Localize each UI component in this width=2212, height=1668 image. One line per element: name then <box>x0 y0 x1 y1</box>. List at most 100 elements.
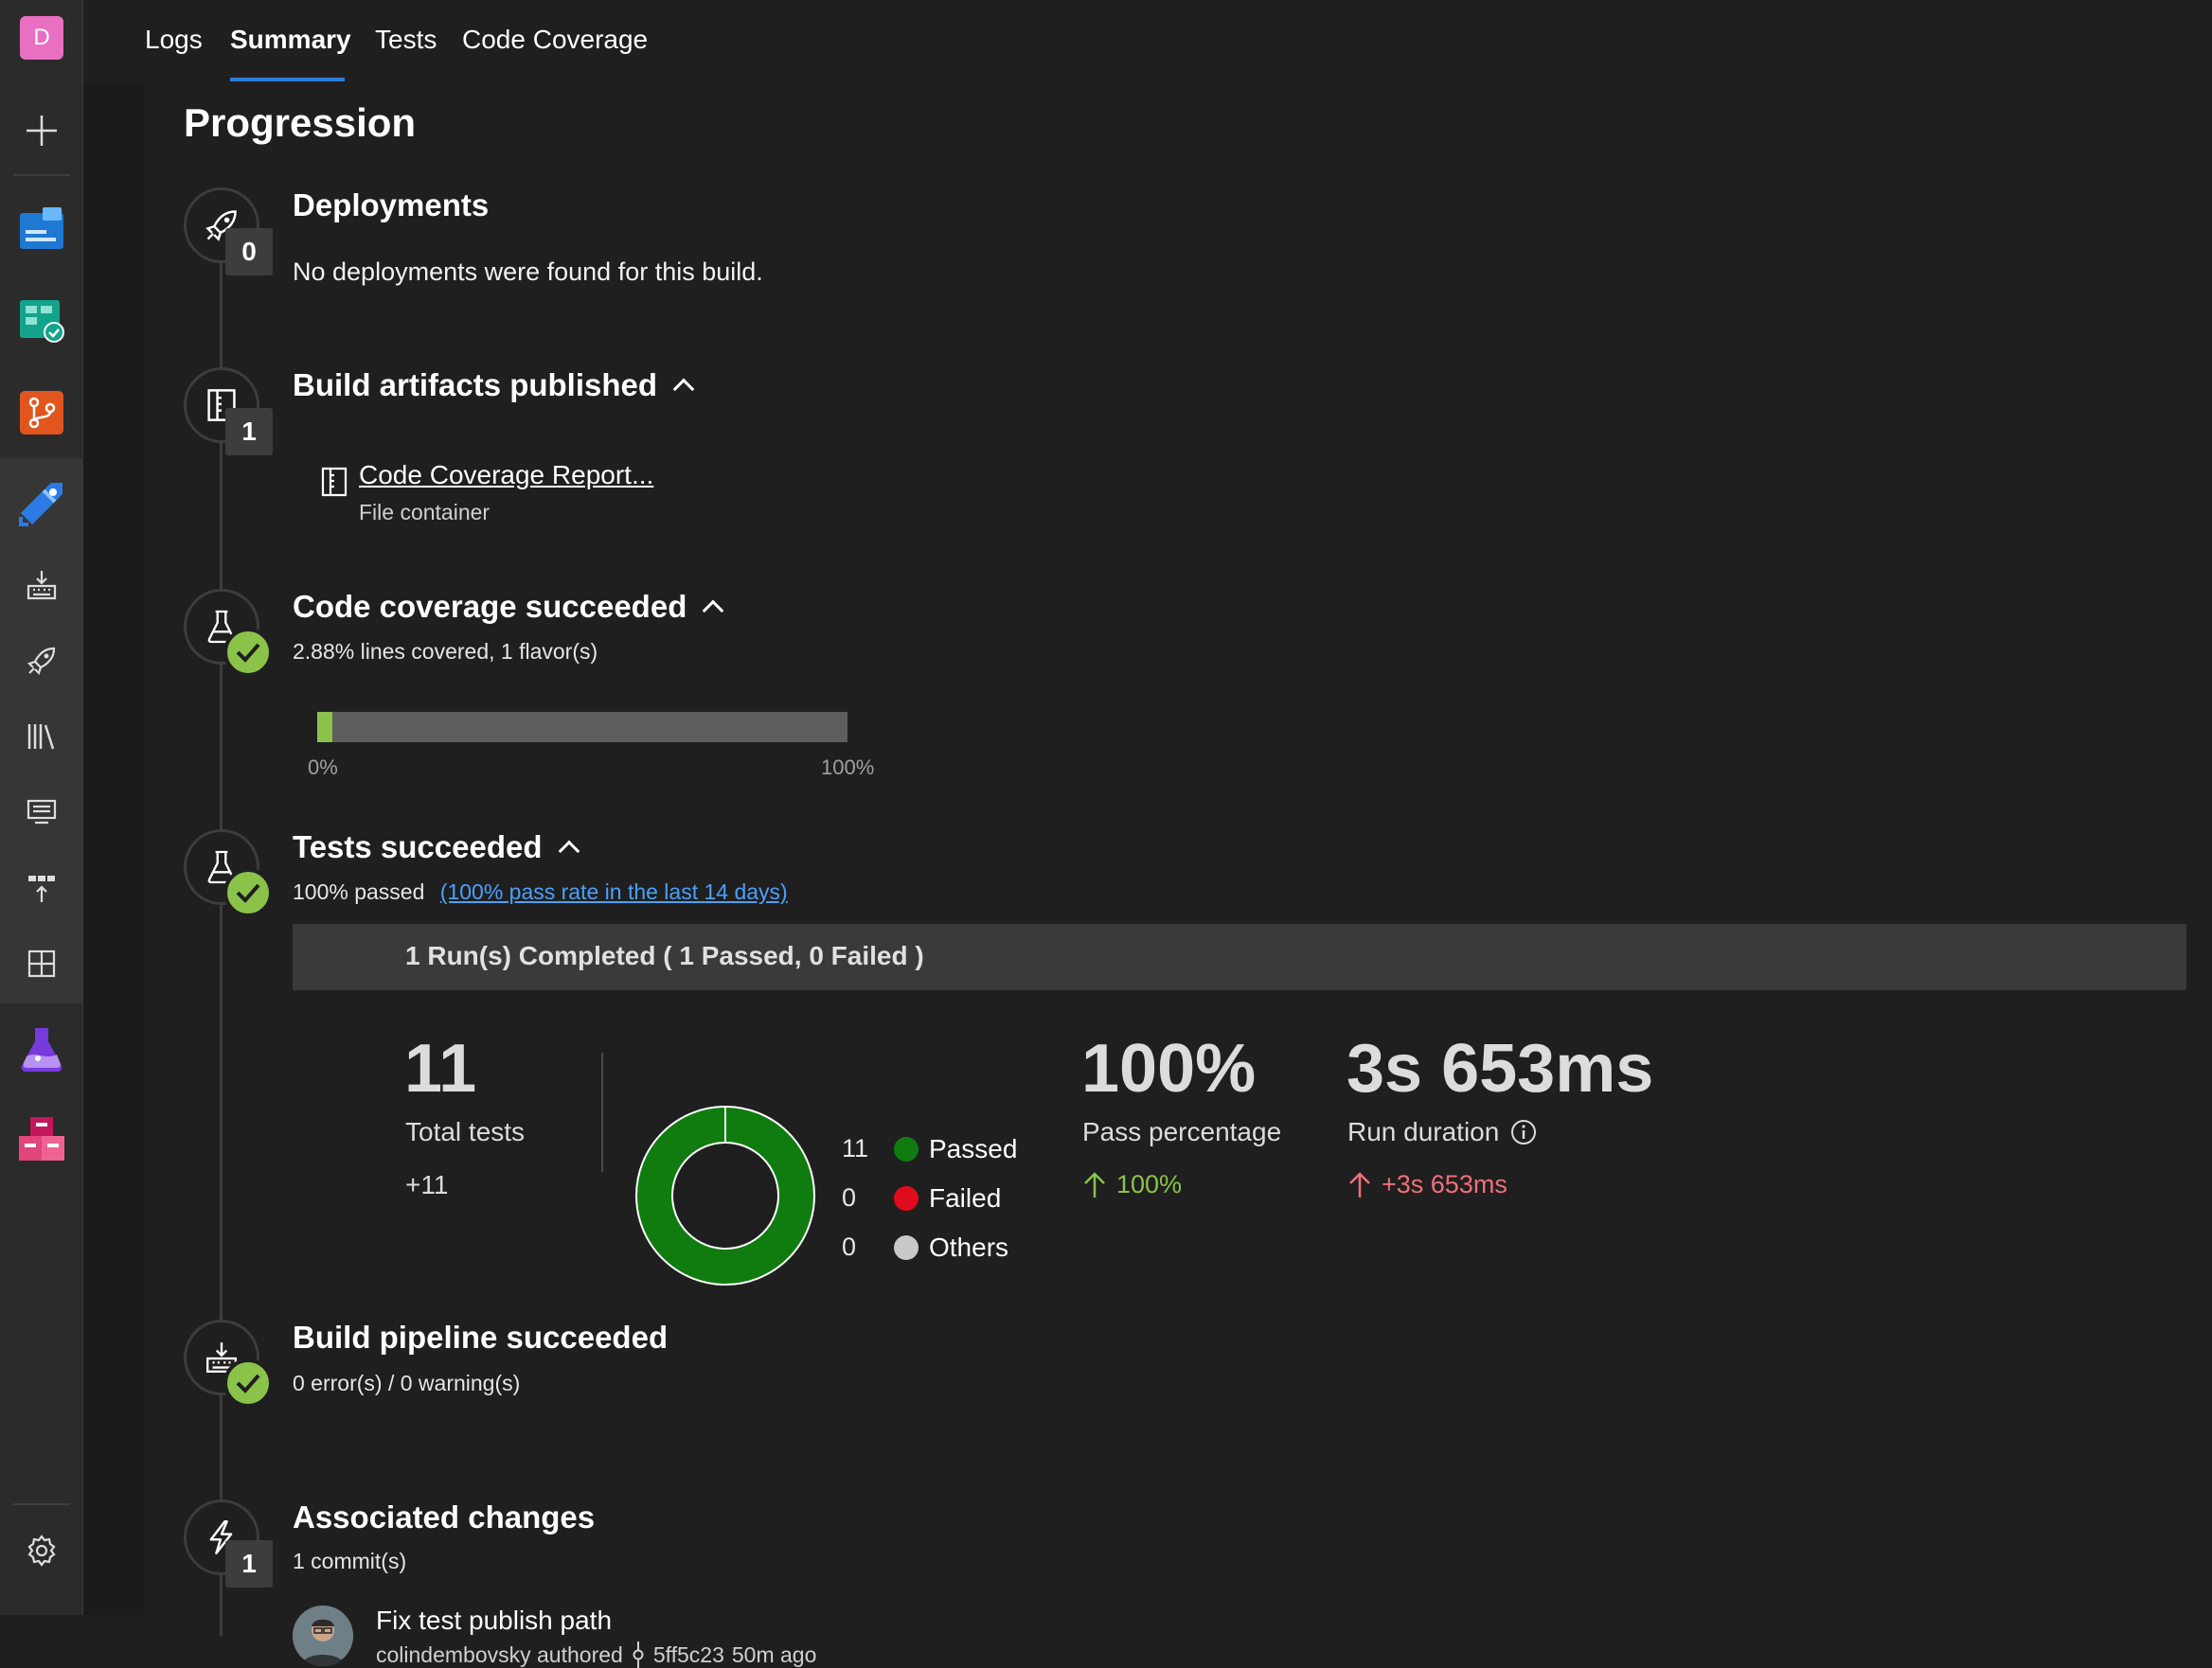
pass-percentage-delta: 100% <box>1082 1170 1182 1199</box>
total-tests-delta: +11 <box>405 1170 448 1200</box>
run-summary-text: 1 Run(s) Completed ( 1 Passed, 0 Failed … <box>405 941 924 971</box>
tab-tests[interactable]: Tests <box>375 25 437 55</box>
coverage-subtitle: 2.88% lines covered, 1 flavor(s) <box>293 639 598 665</box>
legend-label-others: Others <box>929 1233 1008 1263</box>
pipeline-success-check-icon <box>223 1358 273 1408</box>
coverage-bar-fill <box>317 712 332 742</box>
coverage-axis-max: 100% <box>821 755 874 780</box>
legend-count-passed: 11 <box>842 1134 868 1163</box>
builds-icon[interactable] <box>0 560 83 610</box>
run-duration-label-row: Run duration <box>1347 1117 1537 1147</box>
legend-dot-passed <box>894 1137 919 1162</box>
changes-count-badge: 1 <box>225 1540 273 1588</box>
pass-percentage-delta-value: 100% <box>1116 1170 1182 1199</box>
releases-icon[interactable] <box>0 636 83 685</box>
chevron-up-icon[interactable] <box>703 600 724 622</box>
arrow-up-icon <box>1347 1171 1372 1199</box>
org-avatar[interactable]: D <box>0 13 83 62</box>
artifacts-icon[interactable] <box>0 1113 83 1166</box>
commit-meta: colindembovsky authored 5ff5c23 50m ago <box>376 1641 816 1668</box>
stats-divider <box>601 1053 603 1172</box>
pipeline-title: Build pipeline succeeded <box>293 1320 668 1356</box>
timeline-line <box>220 235 223 1636</box>
legend-row-passed: 11 Passed <box>842 1132 1069 1170</box>
run-summary-bar[interactable]: 1 Run(s) Completed ( 1 Passed, 0 Failed … <box>293 924 2186 990</box>
summary-panel: Progression 0 Deployments No deployments… <box>144 83 2212 1615</box>
deployments-count-badge: 0 <box>225 228 273 275</box>
pass-rate-link[interactable]: (100% pass rate in the last 14 days) <box>440 879 788 904</box>
nav-rail: D <box>0 0 83 1615</box>
info-icon[interactable] <box>1510 1119 1537 1145</box>
legend-label-passed: Passed <box>929 1134 1017 1164</box>
tab-logs[interactable]: Logs <box>145 25 203 55</box>
top-tab-bar: Logs Summary Tests Code Coverage <box>83 0 2212 83</box>
commit-hash[interactable]: 5ff5c23 <box>653 1642 724 1668</box>
commit-time: 50m ago <box>732 1642 817 1668</box>
library-icon[interactable] <box>0 712 83 761</box>
page-title: Progression <box>184 100 416 146</box>
rail-divider-bottom <box>13 1503 70 1505</box>
pipeline-subtitle: 0 error(s) / 0 warning(s) <box>293 1371 520 1396</box>
total-tests-number: 11 <box>404 1030 476 1108</box>
coverage-title: Code coverage succeeded <box>293 589 687 625</box>
legend-dot-others <box>894 1235 919 1260</box>
boards-icon[interactable] <box>0 293 83 346</box>
xaml-builds-icon[interactable] <box>0 939 83 988</box>
artifacts-count-badge: 1 <box>225 408 273 455</box>
deployment-groups-icon[interactable] <box>0 863 83 913</box>
tests-header[interactable]: Tests succeeded <box>293 829 577 865</box>
tab-summary-underline <box>230 78 345 81</box>
legend-label-failed: Failed <box>929 1183 1001 1214</box>
tests-success-check-icon <box>223 868 273 917</box>
artifact-link[interactable]: Code Coverage Report... <box>359 460 653 490</box>
coverage-bar-track <box>317 712 847 742</box>
file-container-icon <box>320 464 348 500</box>
repos-icon[interactable] <box>0 386 83 439</box>
arrow-up-icon <box>1082 1171 1107 1199</box>
changes-title: Associated changes <box>293 1499 595 1535</box>
run-duration-delta: +3s 653ms <box>1347 1170 1507 1199</box>
tests-donut-chart <box>635 1106 815 1286</box>
artifact-item-icon <box>320 464 348 505</box>
donut-passed-segment <box>654 1125 796 1267</box>
legend-count-failed: 0 <box>842 1183 856 1213</box>
commit-author: colindembovsky authored <box>376 1642 623 1668</box>
tests-passed-label: 100% passed <box>293 879 424 904</box>
run-duration-number: 3s 653ms <box>1347 1030 1653 1108</box>
add-icon[interactable] <box>0 106 83 155</box>
tab-code-coverage[interactable]: Code Coverage <box>462 25 648 55</box>
run-duration-delta-value: +3s 653ms <box>1382 1170 1507 1199</box>
donut-inner-ring <box>672 1143 778 1249</box>
artifacts-header[interactable]: Build artifacts published <box>293 367 691 403</box>
chevron-up-icon[interactable] <box>673 379 695 400</box>
changes-subtitle: 1 commit(s) <box>293 1549 406 1574</box>
coverage-axis-min: 0% <box>308 755 338 780</box>
task-groups-icon[interactable] <box>0 788 83 837</box>
tests-passed-text: 100% passed (100% pass rate in the last … <box>293 879 788 905</box>
run-duration-label: Run duration <box>1347 1117 1499 1147</box>
pipelines-icon[interactable] <box>0 477 83 530</box>
commit-message[interactable]: Fix test publish path <box>376 1606 612 1636</box>
deployments-message: No deployments were found for this build… <box>293 257 763 287</box>
chevron-up-icon[interactable] <box>558 841 580 862</box>
legend-count-others: 0 <box>842 1233 856 1262</box>
legend-row-failed: 0 Failed <box>842 1181 1069 1219</box>
overview-icon[interactable] <box>0 203 83 256</box>
test-plans-icon[interactable] <box>0 1022 83 1075</box>
artifacts-title: Build artifacts published <box>293 367 657 403</box>
tests-title: Tests succeeded <box>293 829 543 865</box>
coverage-header[interactable]: Code coverage succeeded <box>293 589 721 625</box>
total-tests-label: Total tests <box>405 1117 525 1147</box>
rail-divider <box>13 174 70 176</box>
commit-icon <box>629 1641 648 1668</box>
legend-row-others: 0 Others <box>842 1231 1069 1269</box>
legend-dot-failed <box>894 1186 919 1211</box>
org-avatar-letter: D <box>20 16 63 60</box>
deployments-title: Deployments <box>293 187 489 223</box>
pass-percentage-number: 100% <box>1081 1030 1256 1108</box>
coverage-success-check-icon <box>223 628 273 677</box>
settings-gear-icon[interactable] <box>0 1526 83 1575</box>
artifact-type: File container <box>359 500 490 525</box>
tab-summary[interactable]: Summary <box>230 25 351 55</box>
left-gutter <box>83 83 144 1615</box>
